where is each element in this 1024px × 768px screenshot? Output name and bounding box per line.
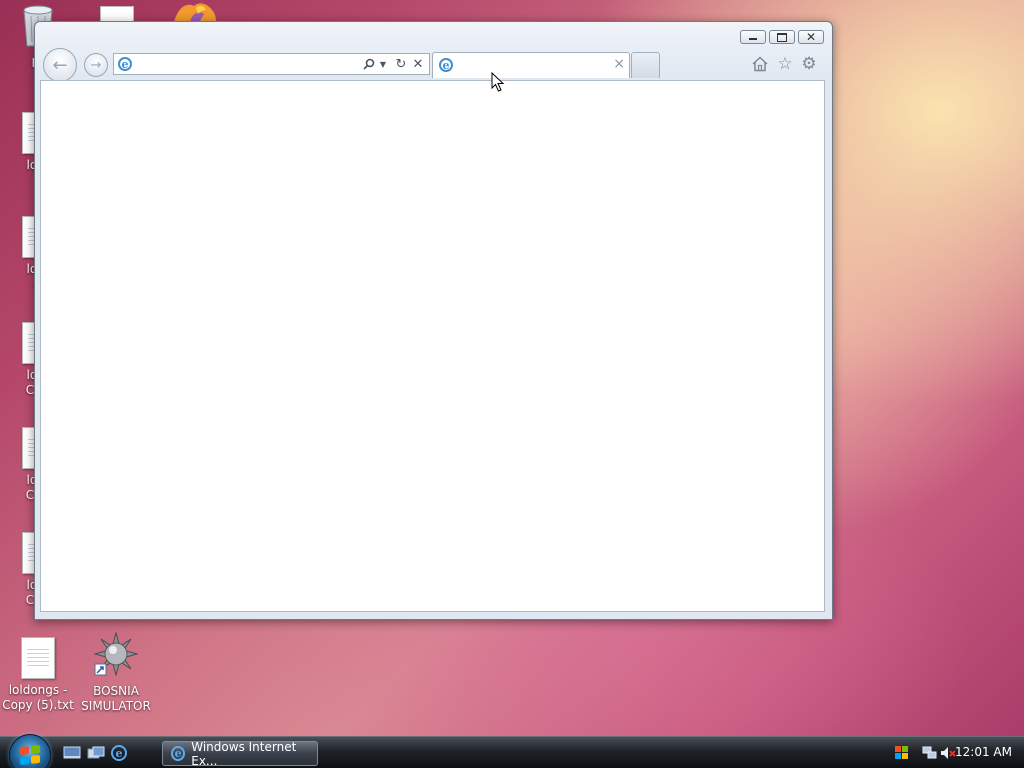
system-tray: 12:01 AM (884, 737, 1024, 768)
address-input[interactable] (136, 56, 360, 74)
tab-close-button[interactable]: × (613, 56, 625, 72)
maximize-button[interactable] (769, 30, 795, 44)
start-button[interactable] (9, 734, 51, 768)
gear-icon: ⚙ (801, 54, 817, 74)
stop-button[interactable]: ✕ (411, 56, 425, 72)
bosnia-simulator-shortcut[interactable]: BOSNIA SIMULATOR (76, 631, 156, 714)
taskbar-button-internet-explorer[interactable]: e Windows Internet Ex... (162, 739, 318, 768)
volume-tray-button[interactable] (940, 745, 956, 765)
page-content-area[interactable] (40, 80, 825, 612)
restore-icon (777, 32, 787, 42)
search-button[interactable] (362, 56, 376, 72)
windows-update-icon (895, 746, 908, 759)
loldongs-copy-5-file[interactable]: loldongs - Copy (5).txt (0, 637, 78, 713)
clock[interactable]: 12:01 AM (955, 745, 1012, 759)
switch-windows-button[interactable] (87, 745, 105, 761)
minimize-icon (749, 38, 757, 40)
refresh-button[interactable]: ↻ (394, 56, 408, 72)
browser-tab[interactable]: e × (432, 52, 630, 78)
back-arrow-icon: ← (52, 54, 68, 76)
windows-update-tray-button[interactable] (894, 745, 910, 765)
desktop: Recy loldo loldo Co lolde Copy lolde Cop… (0, 0, 1024, 768)
tools-button[interactable]: ⚙ (799, 54, 819, 74)
search-dropdown-button[interactable]: ▼ (378, 56, 388, 72)
volume-muted-icon (941, 747, 956, 759)
back-button[interactable]: ← (43, 48, 77, 82)
minimize-button[interactable] (740, 30, 766, 44)
caption-buttons: ✕ (737, 30, 824, 46)
close-icon: × (613, 56, 625, 72)
text-file-icon (21, 637, 55, 679)
windows-logo-icon (20, 744, 40, 766)
ie-logo-icon: e (111, 745, 127, 761)
ie-quick-launch-button[interactable]: e (110, 745, 128, 761)
forward-button[interactable]: → (84, 53, 108, 77)
network-tray-button[interactable] (922, 745, 938, 765)
shortcut-label-line: SIMULATOR (81, 699, 151, 713)
stop-icon: ✕ (412, 56, 424, 72)
taskbar: e e Windows Internet Ex... 12:01 AM (0, 734, 1024, 768)
home-icon (752, 56, 768, 72)
star-icon: ☆ (777, 54, 793, 74)
ie-logo-icon: e (439, 58, 453, 72)
shortcut-label-line: BOSNIA (93, 684, 139, 698)
search-icon (363, 58, 375, 70)
firefox-icon (174, 3, 216, 22)
navigation-bar: ← → e ▼ ↻ ✕ e × ☆ ⚙ (43, 48, 824, 82)
favorites-button[interactable]: ☆ (775, 54, 795, 74)
refresh-icon: ↻ (395, 56, 407, 72)
address-bar[interactable]: e ▼ ↻ ✕ (113, 53, 430, 75)
close-icon: ✕ (805, 30, 817, 44)
browser-window[interactable]: ✕ ← → e ▼ ↻ ✕ e × ☆ ⚙ (34, 21, 833, 620)
close-button[interactable]: ✕ (798, 30, 824, 44)
mouse-cursor-icon (491, 72, 505, 92)
file-label-line: loldongs - (8, 683, 68, 697)
ie-logo-icon: e (118, 57, 132, 71)
file-label-line: Copy (5).txt (2, 698, 74, 712)
new-tab-button[interactable] (631, 52, 660, 78)
forward-arrow-icon: → (90, 57, 102, 73)
chevron-down-icon: ▼ (379, 59, 387, 69)
spiked-mine-icon (93, 631, 139, 677)
switch-windows-icon (87, 746, 105, 759)
home-button[interactable] (750, 54, 770, 74)
desktop-icon (63, 746, 81, 759)
show-desktop-button[interactable] (63, 745, 81, 761)
ie-logo-icon: e (171, 746, 186, 761)
taskbar-button-label: Windows Internet Ex... (191, 739, 297, 768)
network-icon (922, 746, 937, 759)
